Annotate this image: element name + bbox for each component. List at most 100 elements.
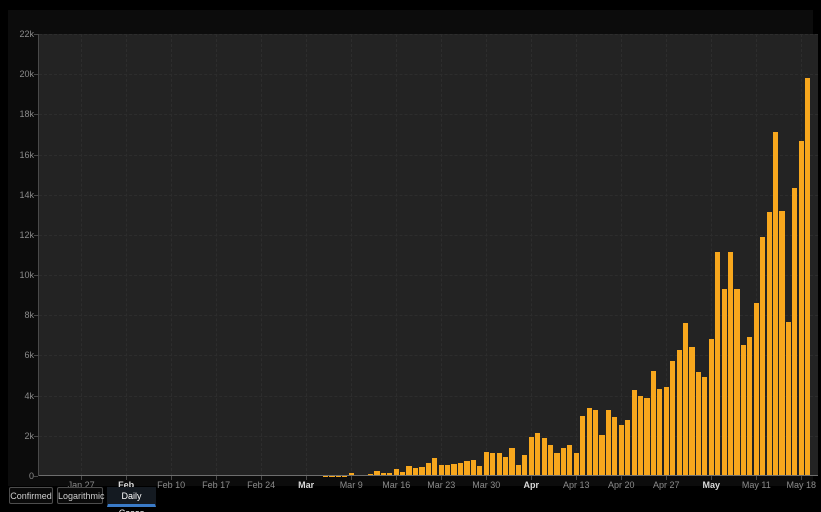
vertical-gridline xyxy=(261,34,262,476)
bar xyxy=(632,390,637,476)
y-axis-tick xyxy=(34,74,38,75)
bar xyxy=(497,453,502,476)
vertical-gridline xyxy=(396,34,397,476)
bar xyxy=(702,377,707,476)
bar xyxy=(432,458,437,476)
bar xyxy=(554,453,559,476)
bar xyxy=(458,463,463,476)
tab-confirmed[interactable]: Confirmed xyxy=(9,487,53,504)
y-axis-tick xyxy=(34,34,38,35)
bar xyxy=(561,448,566,476)
bar xyxy=(567,445,572,476)
bar xyxy=(619,425,624,476)
vertical-gridline xyxy=(171,34,172,476)
bar xyxy=(683,323,688,476)
y-axis-tick-label: 0 xyxy=(8,471,34,481)
y-axis-tick-label: 10k xyxy=(8,270,34,280)
tab-daily-cases[interactable]: Daily Cases xyxy=(107,487,156,507)
y-axis-tick-label: 20k xyxy=(8,69,34,79)
bar xyxy=(625,420,630,476)
tab-logarithmic[interactable]: Logarithmic xyxy=(57,487,103,504)
bar xyxy=(490,453,495,476)
vertical-gridline xyxy=(306,34,307,476)
bar xyxy=(529,437,534,476)
bar xyxy=(779,211,784,476)
y-axis-tick-label: 22k xyxy=(8,29,34,39)
vertical-gridline xyxy=(351,34,352,476)
bar xyxy=(715,252,720,476)
y-axis-tick xyxy=(34,476,38,477)
bar xyxy=(612,417,617,476)
y-axis-tick-label: 8k xyxy=(8,310,34,320)
vertical-gridline xyxy=(216,34,217,476)
bar xyxy=(599,435,604,476)
bar xyxy=(587,408,592,476)
y-axis-tick xyxy=(34,195,38,196)
horizontal-gridline xyxy=(39,315,818,316)
y-axis-tick-label: 12k xyxy=(8,230,34,240)
y-axis-tick xyxy=(34,436,38,437)
bar xyxy=(728,252,733,476)
vertical-gridline xyxy=(576,34,577,476)
y-axis-tick xyxy=(34,275,38,276)
bar xyxy=(548,445,553,476)
y-axis-tick xyxy=(34,396,38,397)
bar xyxy=(709,339,714,476)
vertical-gridline xyxy=(621,34,622,476)
bar xyxy=(786,322,791,476)
horizontal-gridline xyxy=(39,436,818,437)
bar xyxy=(805,78,810,476)
bar xyxy=(670,361,675,476)
bar xyxy=(644,398,649,476)
y-axis-tick-label: 6k xyxy=(8,350,34,360)
bar xyxy=(471,460,476,476)
horizontal-gridline xyxy=(39,235,818,236)
y-axis-tick-label: 2k xyxy=(8,431,34,441)
plot-area[interactable] xyxy=(39,34,818,476)
vertical-gridline xyxy=(531,34,532,476)
bar xyxy=(503,457,508,476)
horizontal-gridline xyxy=(39,34,818,35)
bar xyxy=(799,141,804,476)
bar xyxy=(747,337,752,476)
bar xyxy=(484,452,489,476)
bar xyxy=(792,188,797,476)
bar xyxy=(689,347,694,476)
horizontal-gridline xyxy=(39,114,818,115)
vertical-gridline xyxy=(486,34,487,476)
bar xyxy=(522,455,527,476)
y-axis-tick xyxy=(34,155,38,156)
bar xyxy=(574,453,579,476)
y-axis-tick xyxy=(34,355,38,356)
chart-tab-bar: ConfirmedLogarithmicDaily Cases xyxy=(0,486,821,508)
horizontal-gridline xyxy=(39,155,818,156)
bar xyxy=(741,345,746,476)
bar xyxy=(580,416,585,476)
bar xyxy=(509,448,514,476)
x-axis-line xyxy=(39,475,818,476)
bar xyxy=(535,433,540,476)
y-axis-tick xyxy=(34,315,38,316)
bar xyxy=(677,350,682,476)
y-axis-tick xyxy=(34,114,38,115)
bar xyxy=(542,438,547,476)
bar xyxy=(760,237,765,476)
y-axis-line xyxy=(38,34,39,476)
bar xyxy=(734,289,739,476)
bar xyxy=(767,212,772,476)
bar xyxy=(651,371,656,476)
bar xyxy=(754,303,759,476)
daily-cases-chart-page: 02k4k6k8k10k12k14k16k18k20k22k Jan 27Feb… xyxy=(0,0,821,512)
bar xyxy=(696,372,701,476)
chart-panel: 02k4k6k8k10k12k14k16k18k20k22k Jan 27Feb… xyxy=(8,10,813,486)
y-axis-tick-label: 16k xyxy=(8,150,34,160)
bar xyxy=(773,132,778,476)
y-axis-tick-label: 18k xyxy=(8,109,34,119)
bar xyxy=(664,387,669,476)
horizontal-gridline xyxy=(39,396,818,397)
y-axis-tick xyxy=(34,235,38,236)
bar xyxy=(657,389,662,476)
horizontal-gridline xyxy=(39,275,818,276)
y-axis-tick-label: 14k xyxy=(8,190,34,200)
vertical-gridline xyxy=(81,34,82,476)
